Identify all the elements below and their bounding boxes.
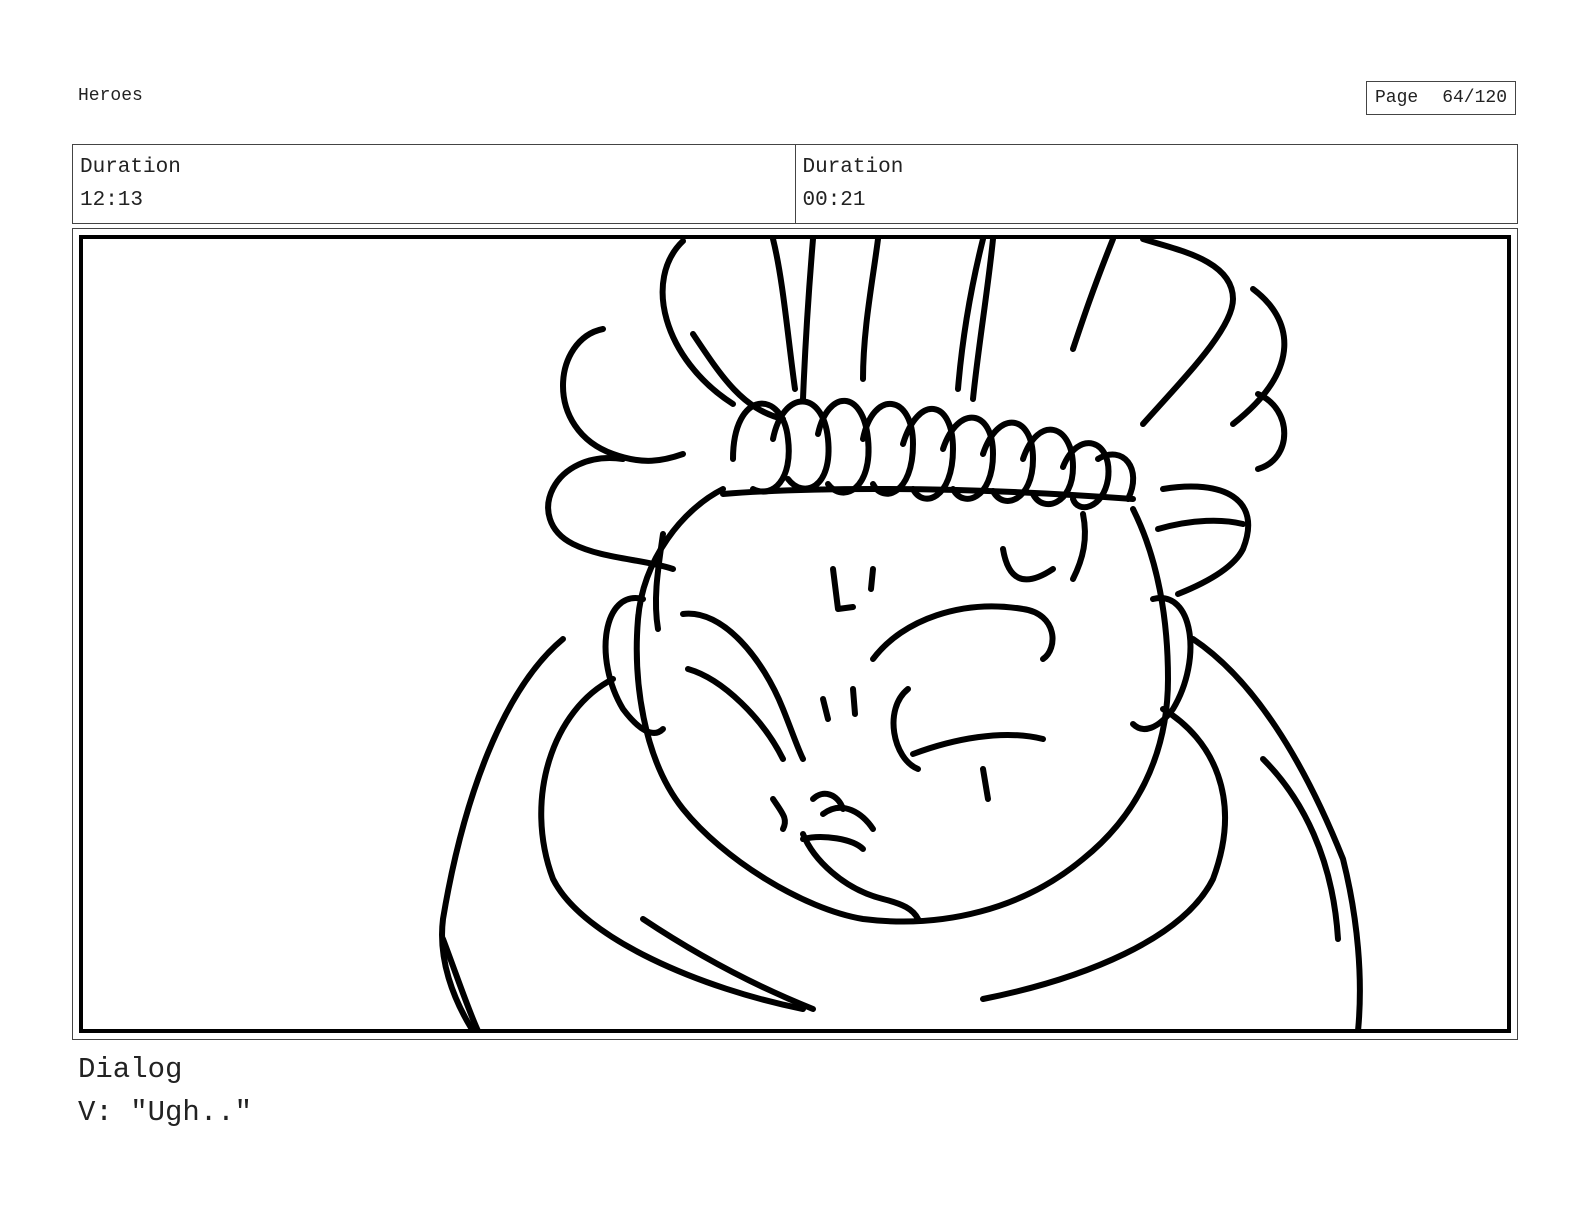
- storyboard-panel: [79, 235, 1511, 1033]
- duration-label: Duration: [802, 156, 904, 179]
- dialog-heading: Dialog: [78, 1053, 183, 1086]
- project-title: Heroes: [78, 86, 143, 106]
- character-sketch-image: [439, 239, 1363, 1029]
- dialog-line: V: "Ugh..": [78, 1096, 253, 1129]
- duration-cell-total: Duration 12:13: [73, 145, 795, 223]
- storyboard-panel-frame: [72, 228, 1518, 1040]
- duration-label: Duration: [80, 156, 181, 179]
- duration-value: 12:13: [80, 189, 144, 212]
- page-indicator: Page 64/120: [1366, 81, 1516, 115]
- page-number: 64/120: [1442, 88, 1508, 108]
- duration-table: Duration 12:13 Duration 00:21: [72, 144, 1518, 224]
- duration-cell-panel: Duration 00:21: [794, 145, 1518, 223]
- duration-value: 00:21: [802, 189, 866, 212]
- page-label: Page: [1374, 88, 1419, 108]
